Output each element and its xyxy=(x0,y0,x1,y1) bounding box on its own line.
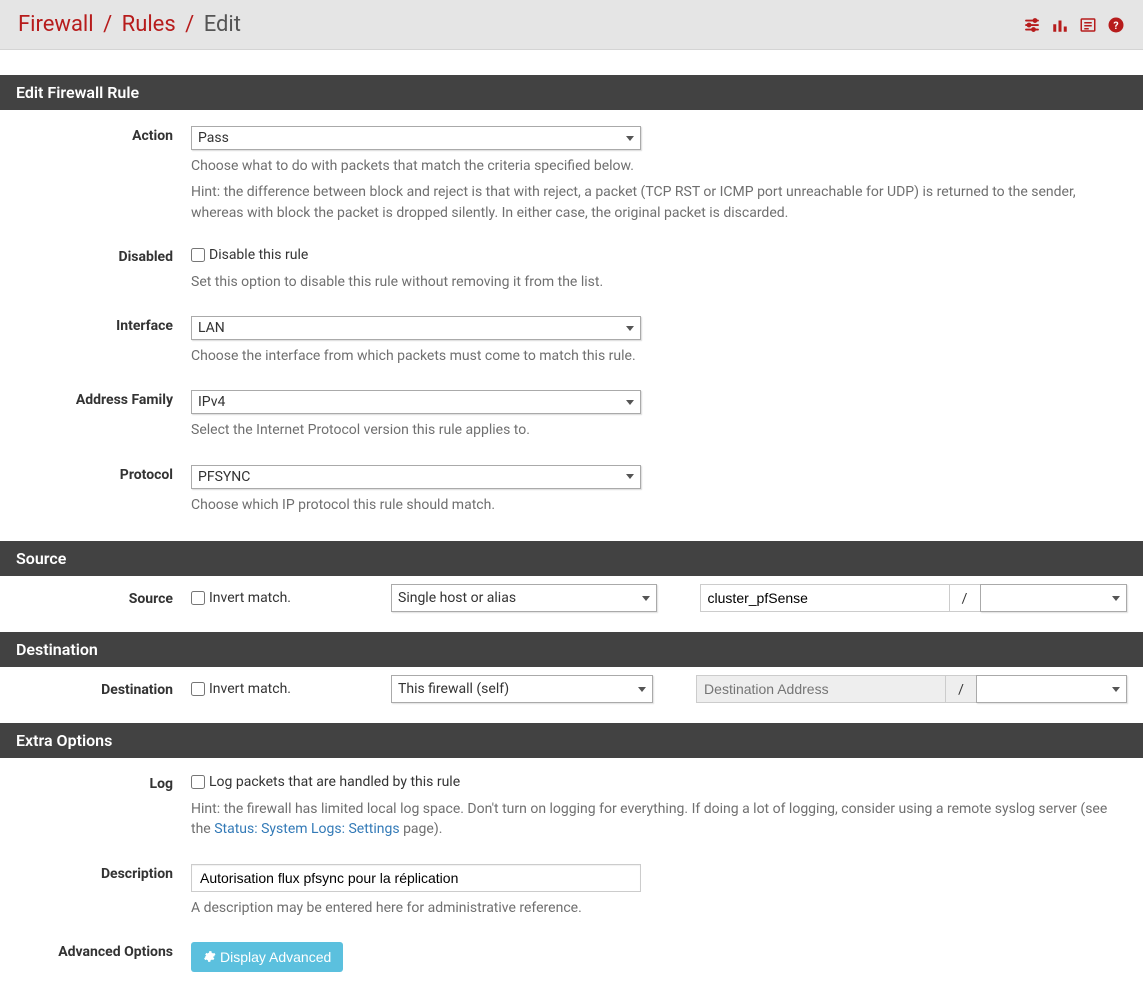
breadcrumb-rules[interactable]: Rules xyxy=(122,12,176,37)
page-header: Firewall / Rules / Edit ? xyxy=(0,0,1143,50)
panel-destination: Destination Destination Invert match. Th… xyxy=(0,632,1143,717)
panel-source: Source Source Invert match. Single host … xyxy=(0,541,1143,626)
destination-invert-label[interactable]: Invert match. xyxy=(191,681,391,697)
action-select[interactable]: Pass xyxy=(191,126,641,150)
protocol-label: Protocol xyxy=(16,465,191,515)
header-tool-icons: ? xyxy=(1023,16,1125,34)
address-family-help: Select the Internet Protocol version thi… xyxy=(191,420,1127,440)
disabled-checkbox[interactable] xyxy=(191,248,205,262)
gear-icon xyxy=(203,950,216,963)
action-hint: Hint: the difference between block and r… xyxy=(191,182,1127,223)
address-family-label: Address Family xyxy=(16,390,191,440)
log-label: Log xyxy=(16,774,191,840)
action-label: Action xyxy=(16,126,191,223)
chevron-down-icon xyxy=(642,596,650,601)
panel-heading: Destination xyxy=(0,632,1143,667)
source-invert-label[interactable]: Invert match. xyxy=(191,590,391,606)
breadcrumb-current: Edit xyxy=(204,12,241,37)
advanced-options-label: Advanced Options xyxy=(16,942,191,972)
panel-heading: Source xyxy=(0,541,1143,576)
action-help: Choose what to do with packets that matc… xyxy=(191,156,1127,176)
breadcrumb-separator: / xyxy=(103,12,112,37)
disabled-help: Set this option to disable this rule wit… xyxy=(191,272,1127,292)
destination-address-input xyxy=(696,675,946,703)
chevron-down-icon xyxy=(1112,687,1120,692)
log-hint: Hint: the firewall has limited local log… xyxy=(191,799,1127,840)
mask-separator: / xyxy=(946,675,976,703)
disabled-label: Disabled xyxy=(16,247,191,292)
disabled-checkbox-label[interactable]: Disable this rule xyxy=(191,247,308,263)
description-input[interactable] xyxy=(191,864,641,892)
mask-separator: / xyxy=(950,584,980,612)
destination-type-select[interactable]: This firewall (self) xyxy=(391,675,653,703)
log-checkbox[interactable] xyxy=(191,775,205,789)
destination-label: Destination xyxy=(16,680,191,698)
breadcrumb-firewall[interactable]: Firewall xyxy=(18,12,94,37)
chevron-down-icon xyxy=(626,400,634,405)
source-label: Source xyxy=(16,589,191,607)
source-invert-checkbox[interactable] xyxy=(191,591,205,605)
svg-text:?: ? xyxy=(1113,18,1118,31)
breadcrumb-separator: / xyxy=(185,12,194,37)
syslog-settings-link[interactable]: Status: System Logs: Settings xyxy=(214,821,399,837)
protocol-help: Choose which IP protocol this rule shoul… xyxy=(191,495,1127,515)
description-label: Description xyxy=(16,864,191,918)
chevron-down-icon xyxy=(626,326,634,331)
interface-select[interactable]: LAN xyxy=(191,316,641,340)
chevron-down-icon xyxy=(626,136,634,141)
source-address-input[interactable] xyxy=(700,584,950,612)
panel-heading: Edit Firewall Rule xyxy=(0,75,1143,110)
destination-mask-select[interactable] xyxy=(976,675,1127,703)
chevron-down-icon xyxy=(638,687,646,692)
interface-label: Interface xyxy=(16,316,191,366)
sliders-icon[interactable] xyxy=(1023,16,1041,34)
description-help: A description may be entered here for ad… xyxy=(191,898,1127,918)
panel-extra-options: Extra Options Log Log packets that are h… xyxy=(0,723,1143,992)
breadcrumb: Firewall / Rules / Edit xyxy=(18,12,241,37)
bar-chart-icon[interactable] xyxy=(1051,16,1069,34)
display-advanced-button[interactable]: Display Advanced xyxy=(191,942,343,972)
help-icon[interactable]: ? xyxy=(1107,16,1125,34)
log-icon[interactable] xyxy=(1079,16,1097,34)
destination-invert-checkbox[interactable] xyxy=(191,682,205,696)
source-type-select[interactable]: Single host or alias xyxy=(391,584,657,612)
protocol-select[interactable]: PFSYNC xyxy=(191,465,641,489)
panel-edit-rule: Edit Firewall Rule Action Pass Choose wh… xyxy=(0,75,1143,535)
log-checkbox-label[interactable]: Log packets that are handled by this rul… xyxy=(191,774,460,790)
chevron-down-icon xyxy=(626,474,634,479)
source-mask-select[interactable] xyxy=(980,584,1127,612)
address-family-select[interactable]: IPv4 xyxy=(191,390,641,414)
panel-heading: Extra Options xyxy=(0,723,1143,758)
interface-help: Choose the interface from which packets … xyxy=(191,346,1127,366)
chevron-down-icon xyxy=(1112,596,1120,601)
